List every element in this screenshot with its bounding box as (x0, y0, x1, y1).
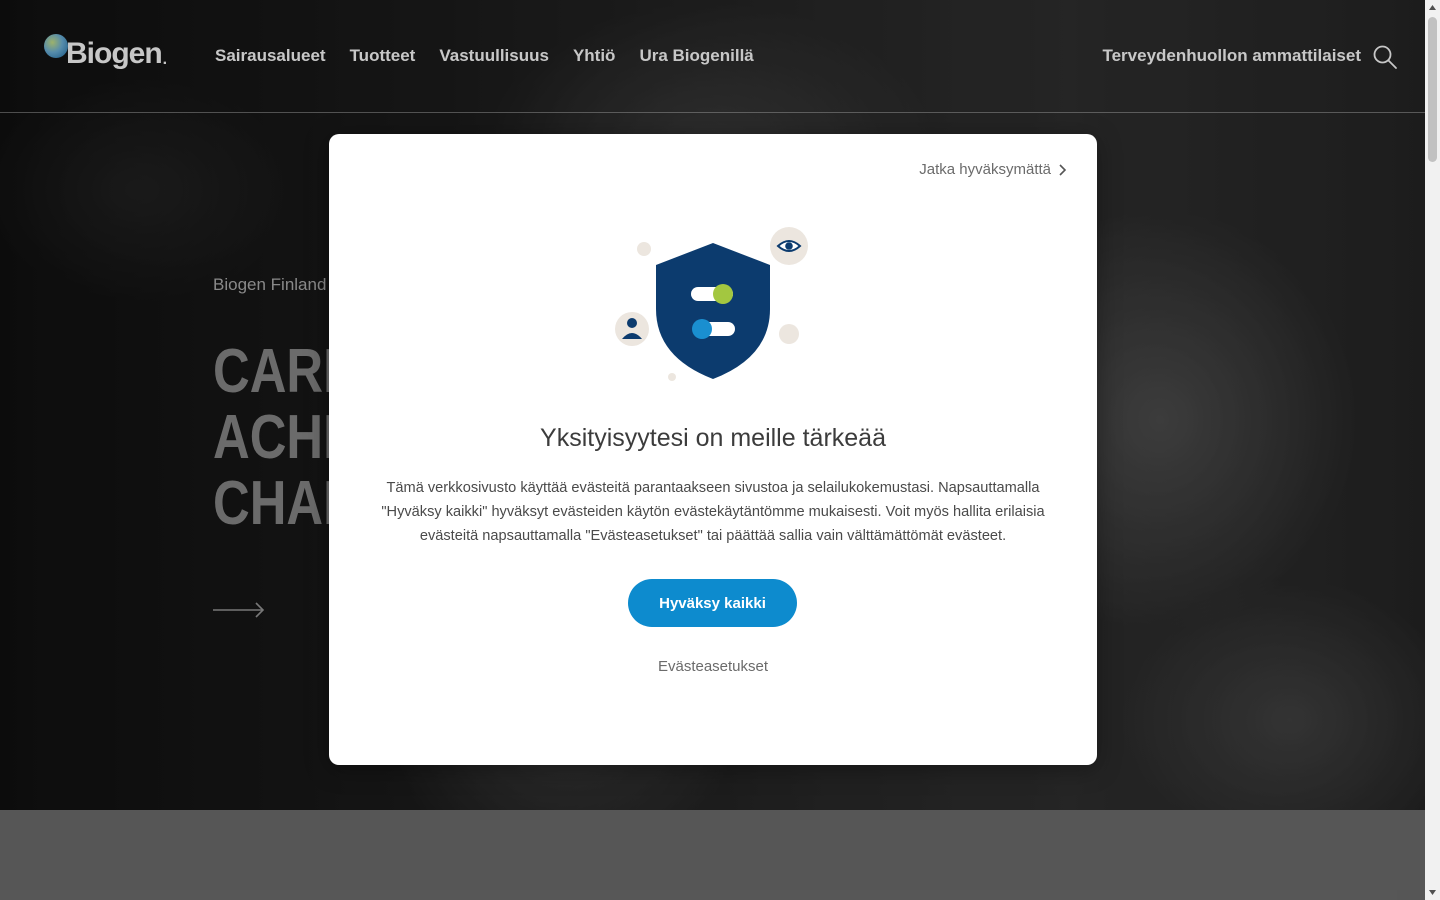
cookie-consent-modal: Jatka hyväksymättä Yksityisyytesi on mei… (329, 134, 1097, 765)
decor-dot (668, 373, 676, 381)
chevron-right-icon (1059, 163, 1067, 176)
decor-dot (779, 324, 799, 344)
user-icon (615, 312, 649, 346)
shield-icon (656, 243, 770, 379)
skip-link-label: Jatka hyväksymättä (919, 161, 1051, 178)
privacy-shield-illustration (615, 227, 808, 381)
eye-icon (770, 227, 808, 265)
scroll-down-arrow-icon[interactable] (1425, 885, 1440, 900)
modal-description: Tämä verkkosivusto käyttää evästeitä par… (381, 480, 1045, 544)
decor-dot (637, 242, 651, 256)
scroll-up-arrow-icon[interactable] (1425, 0, 1440, 15)
modal-title: Yksityisyytesi on meille tärkeää (540, 424, 886, 452)
scrollbar-thumb[interactable] (1428, 17, 1437, 162)
continue-without-accepting-link[interactable]: Jatka hyväksymättä (919, 161, 1067, 178)
accept-all-button[interactable]: Hyväksy kaikki (628, 579, 797, 627)
page-scrollbar[interactable] (1425, 0, 1440, 900)
cookie-settings-link[interactable]: Evästeasetukset (329, 658, 1097, 675)
